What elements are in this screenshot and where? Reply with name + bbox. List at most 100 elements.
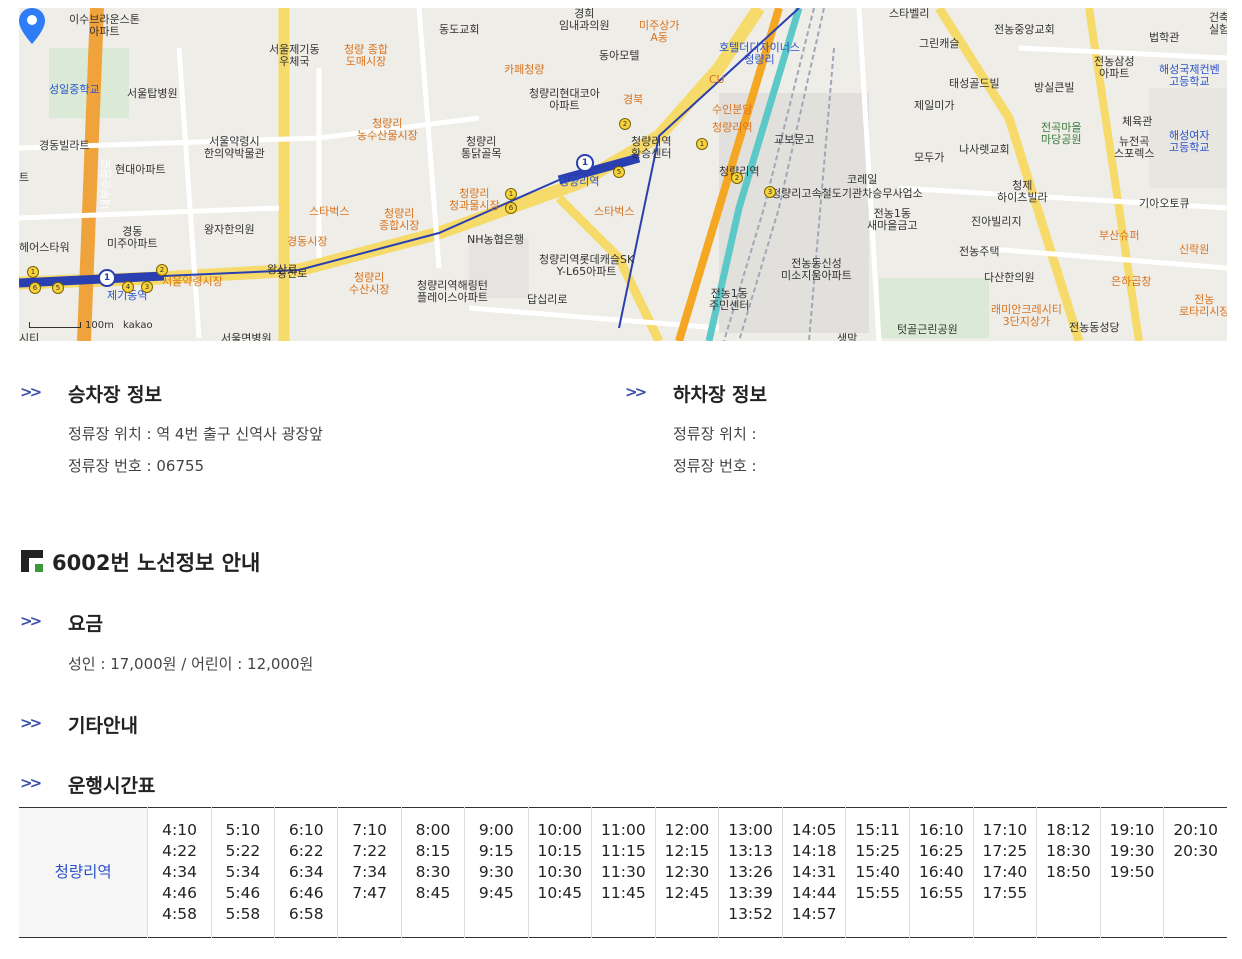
map-place-label[interactable]: 그린캐슬 [919,38,959,50]
map-place-label[interactable]: 전농동성당 [1069,322,1120,334]
line1-marker-cheongnyangni[interactable]: 1 [576,154,594,172]
map-place-label[interactable]: 래미안크레시티 3단지상가 [991,304,1062,328]
map-place-label[interactable]: 전농동신성 미소지움아파트 [781,258,852,282]
timetable-column: 7:10 7:22 7:34 7:47 [337,807,402,938]
map-place-label[interactable]: CU [709,74,725,86]
map-place-label[interactable]: 청량리 종합시장 [379,208,419,232]
map-place-label[interactable]: 서울약령시 한의약박물관 [204,136,265,160]
line1-marker-jegidong[interactable]: 1 [98,269,116,287]
map-place-label[interactable]: 법학관 [1149,32,1179,44]
map-place-label[interactable]: 체육관 [1122,116,1152,128]
boarding-title: 승차장 정보 [68,384,163,406]
map-place-label[interactable]: 교보문고 [774,134,814,146]
map-place-label[interactable]: 코레일 [847,174,877,186]
exit-marker: 4 [122,281,134,293]
map-place-label[interactable]: 청량리역해링턴 플레이스아파트 [417,280,488,304]
map-place-label[interactable]: 은하곱창 [1111,276,1151,288]
map-place-label[interactable]: 경희 임내과의원 [559,8,610,32]
map-place-label[interactable]: 청량리역롯데캐슬SK Y-L65아파트 [539,254,634,278]
map-place-label[interactable]: 스타벅스 [309,206,349,218]
map-place-label[interactable]: 트 [19,172,29,184]
map-place-label[interactable]: 청량리 수산시장 [349,272,389,296]
route-map[interactable]: 이수브라운스톤 아파트서울제기동 우체국 청량 종합 도매시장 동도교회 경희 임내과… [19,8,1227,341]
map-place-label[interactable]: 제일미가 [914,100,954,112]
map-place-label[interactable]: 청량리역 [559,176,599,188]
map-place-label[interactable]: 전농주택 [959,246,999,258]
map-place-label[interactable]: 전농삼성 아파트 [1094,56,1134,80]
map-place-label[interactable]: 서울탑병원 [127,88,178,100]
map-place-label[interactable]: 청량리 농수산물시장 [357,118,418,142]
map-place-label[interactable]: 청량리역 환승센터 [631,136,671,160]
map-place-label[interactable]: 진아빌리지 [971,216,1022,228]
departure-time: 13:52 [728,905,773,923]
map-place-label[interactable]: 나사렛교회 [959,144,1010,156]
location-pin-icon[interactable] [19,8,45,44]
map-place-label[interactable]: 답십리로 [527,294,567,306]
map-place-label[interactable]: 카페청량 [504,64,544,76]
departure-time: 12:45 [664,884,710,902]
map-place-label[interactable]: 청량리현대코아 아파트 [529,88,600,112]
map-place-label[interactable]: 이수브라운스톤 아파트 [69,14,140,38]
timetable-column: 9:00 9:15 9:30 9:45 [464,807,529,938]
departure-time: 13:26 [728,863,773,881]
map-place-label[interactable]: 경동 미주아파트 [107,226,158,250]
map-place-label[interactable]: NH농협은행 [467,234,524,246]
map-place-label[interactable]: 생막 [837,333,857,342]
map-place-label[interactable]: 경동빌라트 [39,140,90,152]
map-place-label[interactable]: 기아오토큐 [1139,198,1190,210]
map-place-label[interactable]: 청제 하이츠빌라 [997,180,1048,204]
map-place-label[interactable]: 왕자한의원 [204,224,255,236]
map-place-label[interactable]: 신락원 [1179,244,1209,256]
map-place-label[interactable]: 서울제기동 우체국 [269,44,320,68]
map-place-label[interactable]: 건축 실험 [1209,12,1227,36]
map-place-label[interactable]: 동도교회 [439,24,479,36]
map-place-label[interactable]: 해성국제컨벤 고등학교 [1159,64,1220,88]
map-place-label[interactable]: 전농1동 새마을금고 [867,208,918,232]
map-place-label[interactable]: 청량리 통닭골목 [461,136,501,160]
map-place-label[interactable]: 방실큰빌 [1034,82,1074,94]
map-place-label[interactable]: 내부순환로 [99,159,112,210]
map-place-label[interactable]: 수인분당 [712,104,752,116]
map-place-label[interactable]: 서울면병원 [221,333,272,342]
map-place-label[interactable]: 스타벅스 [594,206,634,218]
map-place-label[interactable]: 성일중학교 [49,84,100,96]
section-arrow-icon: >> [20,383,42,401]
timetable-column: 19:10 19:30 19:50 [1099,807,1164,938]
map-brand-logo: kakao [123,320,153,331]
map-place-label[interactable]: 현대아파트 [115,164,166,176]
map-place-label[interactable]: 서울약령시장 [162,276,223,288]
map-place-label[interactable]: 경동시장 [287,236,327,248]
map-place-label[interactable]: 동아모텔 [599,50,639,62]
map-place-label[interactable]: 경북 [623,94,643,106]
map-place-label[interactable]: 태성골드빌 [949,78,1000,90]
departure-time: 5:46 [225,884,261,902]
map-place-label[interactable]: 청량리역 [712,122,752,134]
departure-time: 16:40 [918,863,964,881]
map-place-label[interactable]: 청량 종합 도매시장 [344,44,388,68]
map-place-label[interactable]: 스타벨리 [889,8,929,20]
map-place-label[interactable]: 호텔더디자이너스 청량리 [719,42,800,66]
map-place-label[interactable]: 뉴전곡 스포렉스 [1114,136,1154,160]
map-place-label[interactable]: 해성여자 고등학교 [1169,130,1209,154]
departure-time: 4:34 [162,863,197,881]
map-place-label[interactable]: 청량리 청과물시장 [449,188,500,212]
map-place-label[interactable]: 시티 [19,333,39,342]
map-place-label[interactable]: 전곡마을 마당공원 [1041,122,1081,146]
map-place-label[interactable]: 헤어스타워 [19,242,70,254]
departure-time: 6:10 [288,821,324,839]
map-place-label[interactable]: 미주상가 A동 [639,20,679,44]
departure-time: 16:25 [918,842,964,860]
map-place-label[interactable]: 전농 로타리시장 [1179,294,1227,318]
other-info-title: 기타안내 [68,715,138,737]
map-place-label[interactable]: 청량리고속철도기관차승무사업소 [771,188,923,200]
map-place-label[interactable]: 다산한의원 [984,272,1035,284]
map-place-label[interactable]: 텃골근린공원 [897,324,958,336]
map-place-label[interactable]: 부산슈퍼 [1099,230,1139,242]
map-place-label[interactable]: 전농1동 주민센터 [709,288,749,312]
departure-time: 11:30 [601,863,646,881]
exit-marker: 6 [505,202,517,214]
departure-time: 19:30 [1109,842,1155,860]
map-place-label[interactable]: 모두가 [914,152,944,164]
map-place-label[interactable]: 전농중앙교회 [994,24,1055,36]
map-place-label[interactable]: 왕산로 [267,264,297,276]
